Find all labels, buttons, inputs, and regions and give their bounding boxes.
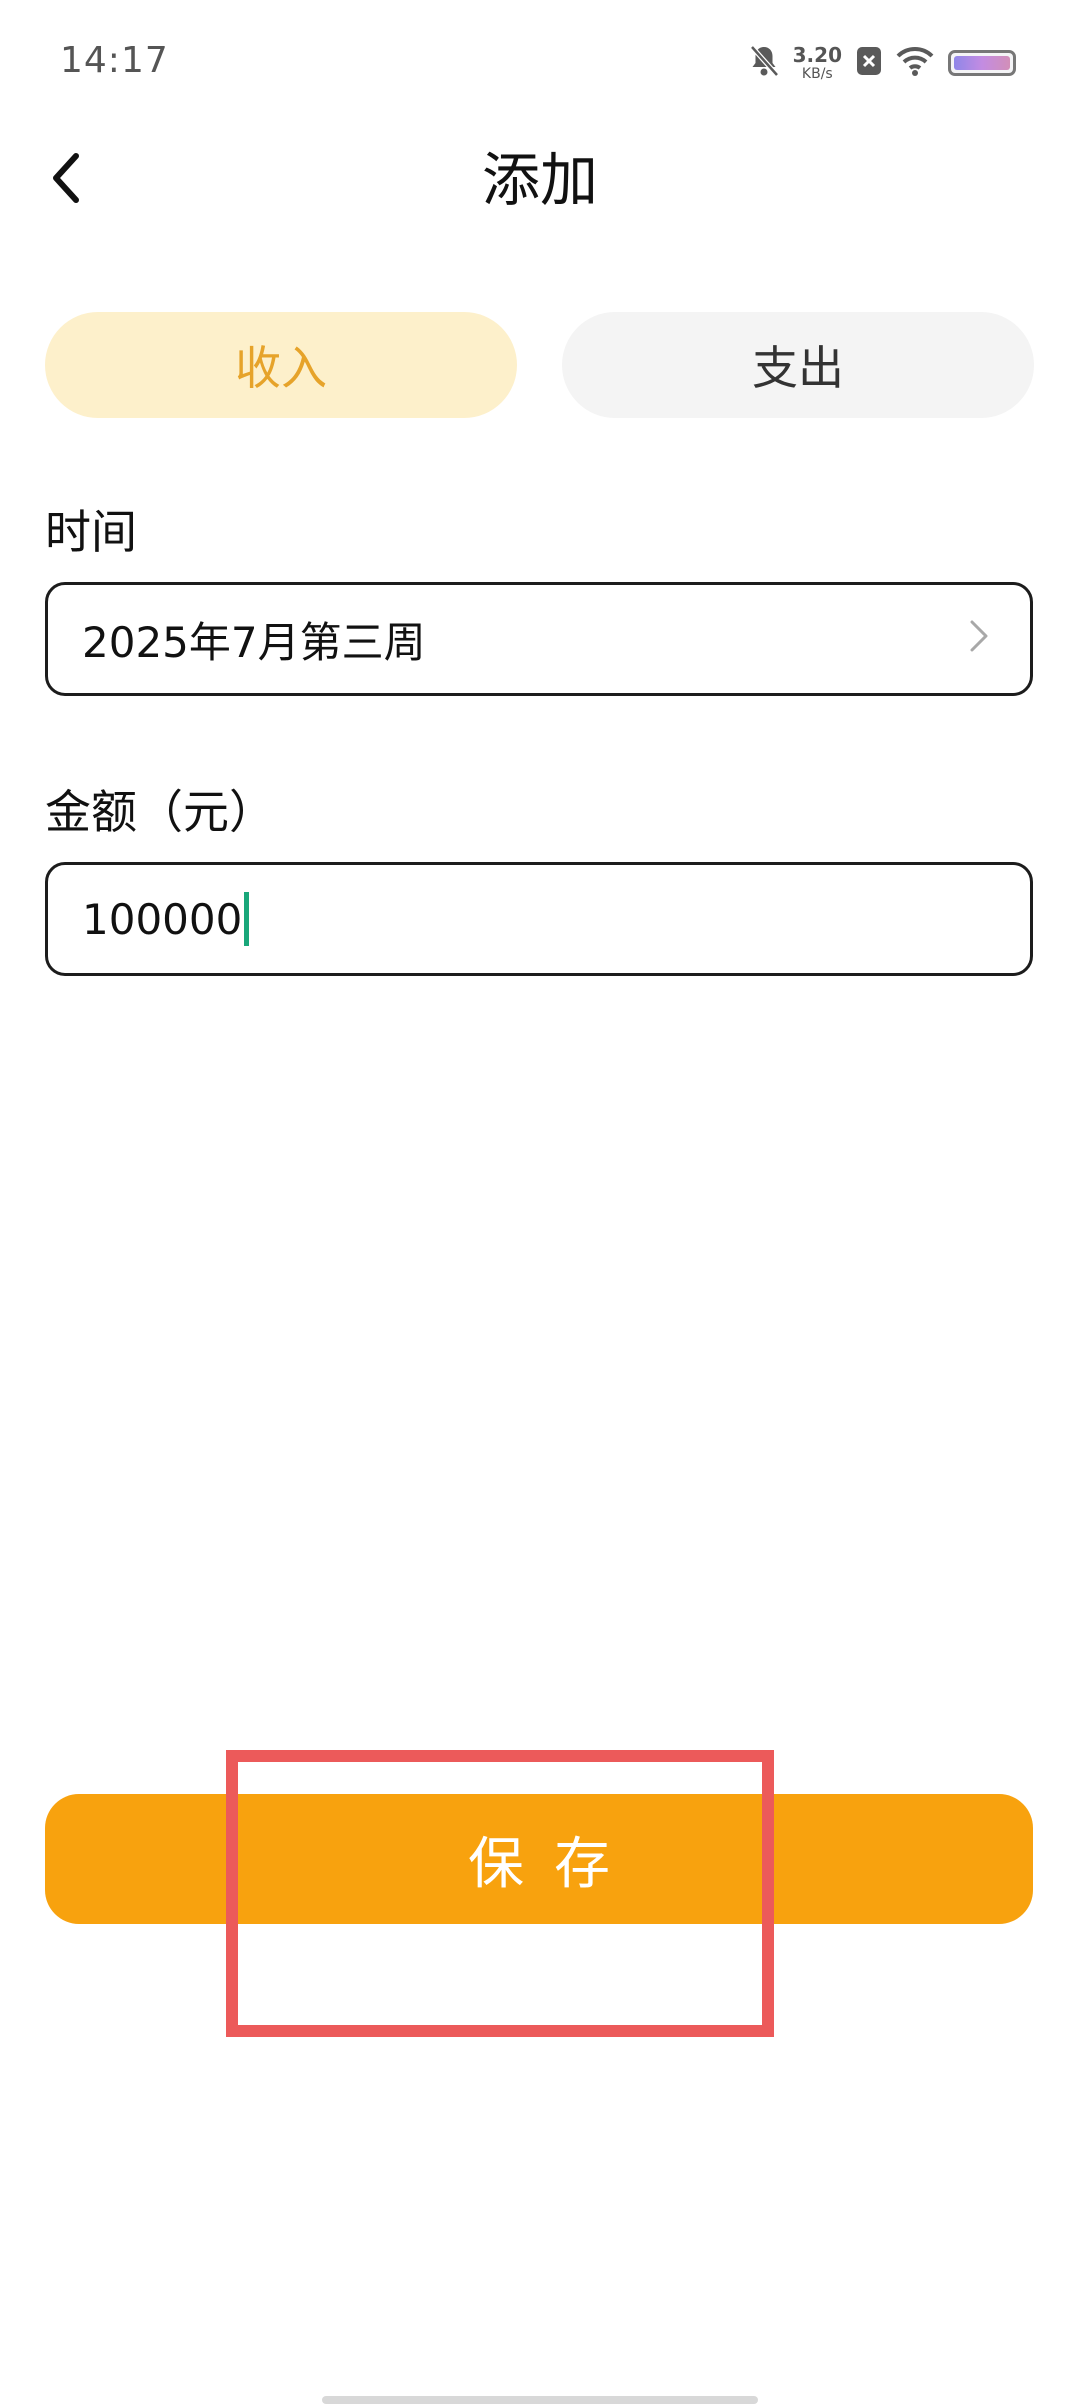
net-speed: 3.20 KB/s	[793, 45, 842, 81]
chevron-right-icon	[968, 615, 990, 664]
net-speed-value: 3.20	[792, 43, 842, 67]
close-badge-icon	[856, 46, 882, 80]
amount-input[interactable]: 100000	[45, 862, 1033, 976]
tab-expense[interactable]: 支出	[562, 312, 1034, 418]
battery-icon	[948, 50, 1016, 76]
net-speed-unit: KB/s	[801, 66, 833, 82]
status-time: 14:17	[60, 40, 169, 81]
status-icons: 3.20 KB/s	[749, 38, 1016, 88]
amount-label: 金额（元）	[45, 785, 275, 839]
save-button-label: 保存	[468, 1831, 640, 1897]
time-picker[interactable]: 2025年7月第三周	[45, 582, 1033, 696]
time-value: 2025年7月第三周	[82, 617, 426, 667]
amount-value: 100000	[82, 894, 243, 944]
tab-income[interactable]: 收入	[45, 312, 517, 418]
bell-muted-icon	[749, 44, 779, 82]
back-button[interactable]	[36, 148, 94, 212]
page-title: 添加	[481, 146, 598, 214]
save-button[interactable]: 保存	[45, 1794, 1033, 1924]
text-caret	[244, 892, 250, 946]
wifi-icon	[896, 46, 934, 80]
chevron-left-icon	[48, 152, 82, 208]
home-indicator	[322, 2396, 758, 2404]
time-label: 时间	[45, 505, 137, 559]
